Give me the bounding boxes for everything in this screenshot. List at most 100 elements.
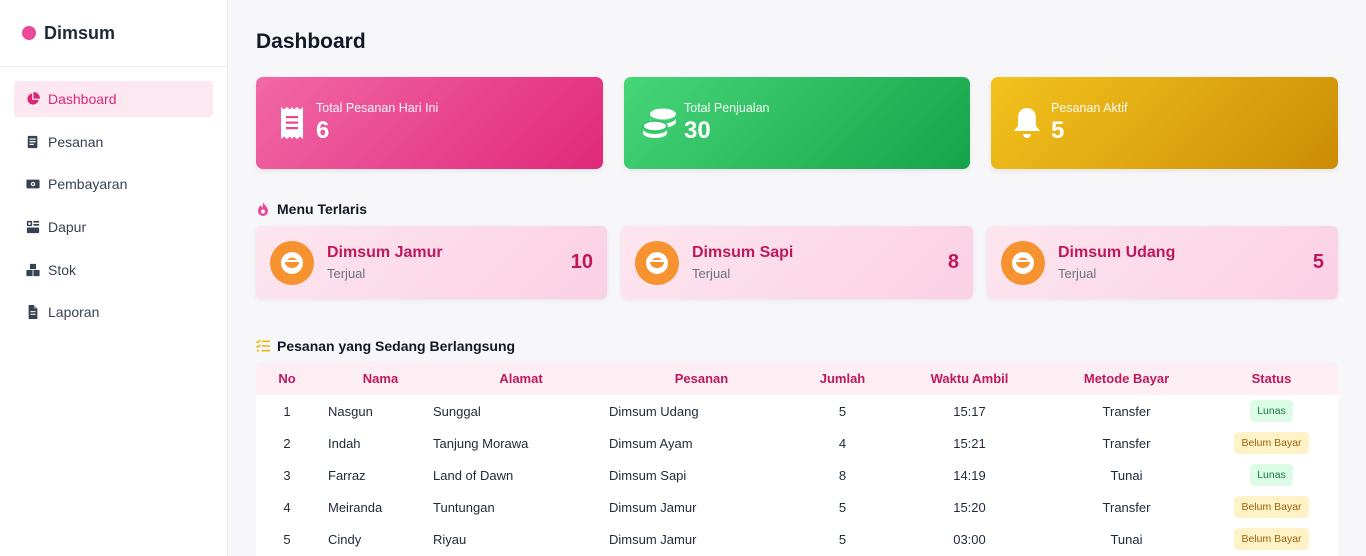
cell-status: Lunas — [1205, 395, 1338, 427]
menu-card-jamur[interactable]: Dimsum Jamur Terjual 10 — [256, 226, 607, 299]
section-title-pesanan-berlangsung: Pesanan yang Sedang Berlangsung — [256, 338, 515, 354]
coins-icon — [642, 103, 678, 143]
cell-waktu: 15:17 — [953, 403, 986, 419]
sidebar-item-label: Dashboard — [48, 91, 117, 107]
cell-pesanan: Dimsum Ayam — [609, 435, 693, 451]
cell-nama: Meiranda — [328, 499, 383, 515]
cell-alamat: Riyau — [433, 531, 467, 547]
column-header[interactable]: No — [256, 362, 318, 395]
pie-chart-icon — [24, 90, 42, 108]
cell-jumlah: 4 — [838, 435, 847, 451]
stat-card-total-pesanan: Total Pesanan Hari Ini 6 — [256, 77, 603, 169]
menu-card-sapi[interactable]: Dimsum Sapi Terjual 8 — [621, 226, 973, 299]
cell-pesanan: Dimsum Udang — [609, 403, 699, 419]
cell-metode: Tunai — [1110, 467, 1143, 483]
sidebar-item-label: Pembayaran — [48, 176, 128, 193]
menu-sub: Terjual — [327, 266, 366, 281]
cell-metode: Transfer — [1102, 499, 1151, 515]
stat-card-total-penjualan: Total Penjualan 30 — [624, 77, 970, 169]
sidebar-item-label: Stok — [48, 261, 77, 278]
cell-pesanan: Dimsum Jamur — [609, 531, 697, 547]
cell-pesanan: Dimsum Sapi — [609, 467, 687, 483]
cell-pesanan: Dimsum Jamur — [609, 499, 697, 515]
sidebar-item-laporan[interactable]: Laporan — [14, 294, 213, 330]
cell-nama: Indah — [328, 435, 361, 451]
table-row[interactable]: 3 Farraz Land of Dawn Dimsum Sapi 8 14:1… — [256, 459, 1338, 491]
menu-sub: Terjual — [692, 266, 731, 281]
cell-jumlah: 5 — [838, 499, 847, 515]
column-header[interactable]: Metode Bayar — [1048, 362, 1205, 395]
sidebar-item-label: Dapur — [48, 219, 87, 236]
column-header[interactable]: Pesanan — [609, 362, 794, 395]
table-header-row: No Nama Alamat Pesanan Jumlah Waktu Ambi… — [256, 362, 1338, 395]
cell-nama: Cindy — [328, 531, 362, 547]
sidebar-item-label: Laporan — [48, 304, 100, 321]
cell-alamat: Sunggal — [433, 403, 481, 419]
cell-metode: Tunai — [1110, 531, 1143, 547]
cell-alamat: Land of Dawn — [433, 467, 514, 483]
main-content: Dashboard Total Pesanan Hari Ini 6 Total… — [228, 0, 1366, 556]
sidebar-item-pembayaran[interactable]: Pembayaran — [14, 166, 213, 202]
cell-alamat: Tuntungan — [433, 499, 495, 515]
kitchen-icon — [24, 218, 42, 236]
orders-table: No Nama Alamat Pesanan Jumlah Waktu Ambi… — [256, 362, 1338, 556]
column-header[interactable]: Alamat — [433, 362, 609, 395]
cell-no: 4 — [283, 499, 291, 515]
bowl-icon — [270, 240, 314, 285]
menu-name: Dimsum Sapi — [692, 244, 794, 261]
brand-name: Dimsum — [44, 22, 116, 43]
brand[interactable]: Dimsum — [0, 0, 227, 67]
cell-waktu: 14:19 — [953, 467, 986, 483]
column-header[interactable]: Nama — [318, 362, 433, 395]
cell-metode: Transfer — [1102, 435, 1151, 451]
menu-card-udang[interactable]: Dimsum Udang Terjual 5 — [987, 226, 1338, 299]
cell-no: 1 — [283, 403, 291, 419]
fire-icon — [256, 202, 270, 216]
file-icon — [24, 303, 42, 321]
cell-status: Lunas — [1205, 459, 1338, 491]
brand-dot-icon — [22, 26, 36, 40]
cell-status: Belum Bayar — [1205, 523, 1338, 555]
sidebar-item-dashboard[interactable]: Dashboard — [14, 81, 213, 117]
column-header[interactable]: Waktu Ambil — [891, 362, 1048, 395]
sidebar-item-pesanan[interactable]: Pesanan — [14, 124, 213, 160]
section-title-text: Menu Terlaris — [277, 201, 367, 217]
cell-status: Belum Bayar — [1205, 427, 1338, 459]
stat-value: 5 — [1051, 117, 1065, 144]
stat-label: Total Penjualan — [684, 101, 770, 115]
sidebar-item-stok[interactable]: Stok — [14, 252, 213, 288]
receipt-icon — [274, 103, 310, 143]
table-row[interactable]: 1 Nasgun Sunggal Dimsum Udang 5 15:17 Tr… — [256, 395, 1338, 427]
money-icon — [24, 175, 42, 193]
status-badge: Belum Bayar — [1234, 432, 1309, 454]
sidebar-item-dapur[interactable]: Dapur — [14, 209, 213, 245]
cell-metode: Transfer — [1102, 403, 1151, 419]
cell-waktu: 03:00 — [953, 531, 986, 547]
menu-count: 10 — [570, 251, 593, 273]
menu-name: Dimsum Udang — [1058, 244, 1176, 261]
cell-jumlah: 5 — [838, 531, 847, 547]
menu-name: Dimsum Jamur — [327, 244, 443, 261]
column-header[interactable]: Status — [1205, 362, 1338, 395]
bell-icon — [1009, 103, 1045, 143]
menu-sub: Terjual — [1058, 266, 1097, 281]
stat-value: 6 — [316, 117, 330, 144]
table-row[interactable]: 2 Indah Tanjung Morawa Dimsum Ayam 4 15:… — [256, 427, 1338, 459]
menu-count: 8 — [947, 251, 959, 273]
cell-no: 3 — [283, 467, 291, 483]
cell-waktu: 15:20 — [953, 499, 986, 515]
column-header[interactable]: Jumlah — [794, 362, 891, 395]
sidebar-item-label: Pesanan — [48, 133, 104, 150]
status-badge: Lunas — [1250, 400, 1293, 422]
table-row[interactable]: 5 Cindy Riyau Dimsum Jamur 5 03:00 Tunai… — [256, 523, 1338, 555]
cell-jumlah: 5 — [838, 403, 847, 419]
status-badge: Belum Bayar — [1234, 528, 1309, 550]
cell-no: 2 — [283, 435, 291, 451]
stat-value: 30 — [684, 117, 711, 144]
table-row[interactable]: 4 Meiranda Tuntungan Dimsum Jamur 5 15:2… — [256, 491, 1338, 523]
cell-alamat: Tanjung Morawa — [433, 435, 529, 451]
cell-jumlah: 8 — [838, 467, 847, 483]
boxes-icon — [24, 261, 42, 279]
cell-waktu: 15:21 — [953, 435, 986, 451]
menu-count: 5 — [1312, 251, 1324, 273]
